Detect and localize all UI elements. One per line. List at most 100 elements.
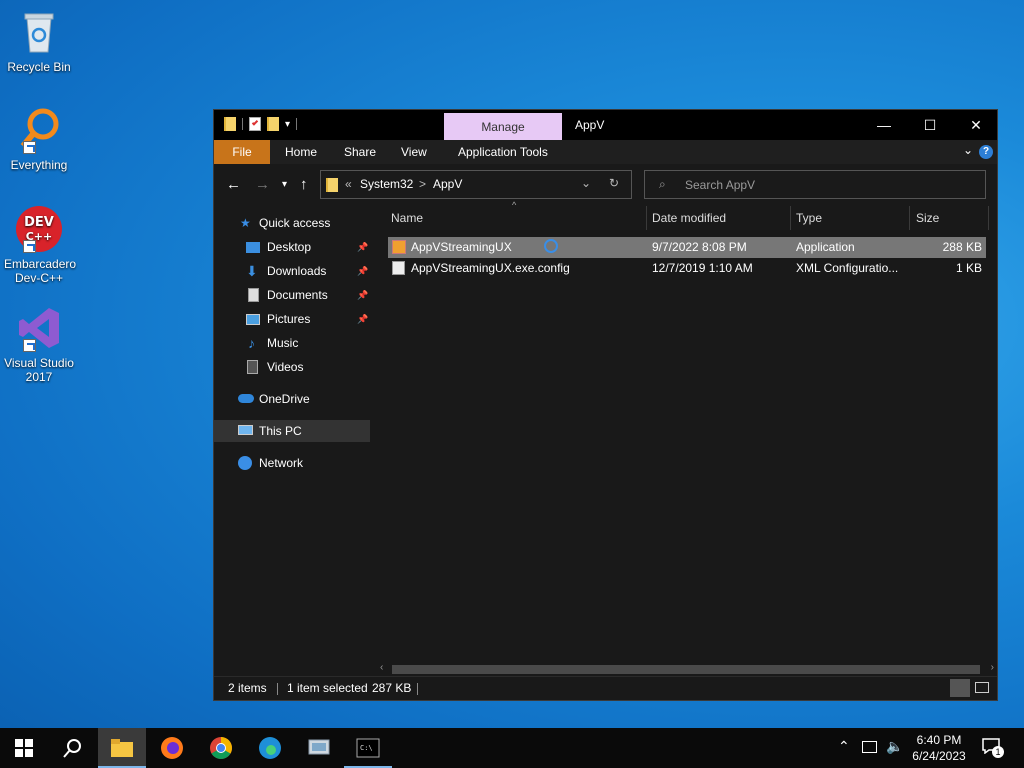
address-row: ← → ▾ ↑ « System32 > AppV ⌄ ↻ ⌕ Search A… <box>214 164 997 208</box>
large-icons-view-button[interactable] <box>975 682 989 693</box>
divider <box>988 206 989 230</box>
desktop-icon-visual-studio[interactable]: Visual Studio 2017 <box>4 304 74 384</box>
help-icon[interactable]: ? <box>979 145 993 159</box>
address-bar[interactable]: « System32 > AppV ⌄ ↻ <box>320 170 632 199</box>
search-icon: ⌕ <box>659 177 666 191</box>
status-bar: 2 items 1 item selected 287 KB <box>214 676 997 700</box>
back-arrow-icon[interactable]: ← <box>226 175 241 195</box>
scroll-right-icon[interactable]: › <box>991 662 994 673</box>
action-center-button[interactable]: 1 <box>982 738 1004 758</box>
search-box[interactable]: ⌕ Search AppV <box>644 170 986 199</box>
volume-muted-icon[interactable]: 🔈 <box>886 738 903 755</box>
nav-documents[interactable]: Documents 📌 <box>246 284 370 306</box>
terminal-icon: C:\ <box>356 738 380 758</box>
file-explorer-window: ▾ Manage AppV — ☐ ✕ File Home Share View… <box>213 109 998 701</box>
nav-label: Downloads <box>267 264 327 278</box>
config-file-icon <box>392 261 405 275</box>
file-explorer-icon <box>111 739 133 757</box>
pin-icon[interactable]: 📌 <box>357 308 368 330</box>
breadcrumb-overflow[interactable]: « <box>345 177 352 191</box>
divider <box>242 118 243 130</box>
customize-toolbar-icon[interactable]: ▾ <box>285 119 290 130</box>
properties-icon[interactable] <box>249 117 261 131</box>
divider <box>790 206 791 230</box>
pin-icon[interactable]: 📌 <box>357 260 368 282</box>
breadcrumb-system32[interactable]: System32 <box>360 177 413 191</box>
taskbar-file-explorer[interactable] <box>98 728 146 768</box>
column-header-type[interactable]: Type <box>796 206 822 230</box>
tab-application-tools[interactable]: Application Tools <box>448 140 558 164</box>
shortcut-arrow-icon <box>23 240 36 253</box>
desktop-folder-icon <box>246 242 260 253</box>
file-row[interactable]: AppVStreamingUX.exe.config 12/7/2019 1:1… <box>388 258 986 279</box>
taskbar-network-app[interactable] <box>295 728 343 768</box>
tab-view[interactable]: View <box>391 140 437 164</box>
tab-share[interactable]: Share <box>334 140 386 164</box>
taskbar-chrome[interactable] <box>197 728 245 768</box>
new-folder-icon[interactable] <box>267 117 279 131</box>
pin-icon[interactable]: 📌 <box>357 236 368 258</box>
nav-network[interactable]: Network <box>238 452 370 474</box>
search-button[interactable] <box>48 728 96 768</box>
taskbar-firefox[interactable] <box>148 728 196 768</box>
svg-text:C:\: C:\ <box>360 744 373 752</box>
recent-locations-chevron-icon[interactable]: ▾ <box>282 175 287 195</box>
file-name: AppVStreamingUX.exe.config <box>411 261 570 275</box>
nav-pictures[interactable]: Pictures 📌 <box>246 308 370 330</box>
nav-label: Documents <box>267 288 328 302</box>
star-icon: ★ <box>240 216 251 230</box>
maximize-button[interactable]: ☐ <box>907 110 953 140</box>
minimize-button[interactable]: — <box>861 110 907 140</box>
nav-onedrive[interactable]: OneDrive <box>238 388 370 410</box>
nav-videos[interactable]: Videos <box>246 356 370 378</box>
nav-music[interactable]: ♪ Music <box>246 332 370 354</box>
scrollbar-thumb[interactable] <box>392 665 980 674</box>
nav-label: Music <box>267 336 299 350</box>
title-bar: ▾ Manage AppV — ☐ ✕ <box>214 110 997 140</box>
close-button[interactable]: ✕ <box>953 110 999 140</box>
document-icon <box>248 288 259 302</box>
windows-logo-icon <box>15 739 33 757</box>
tab-home[interactable]: Home <box>275 140 327 164</box>
refresh-icon[interactable]: ↻ <box>609 176 619 190</box>
clock[interactable]: 6:40 PM 6/24/2023 <box>906 732 972 764</box>
column-header-size[interactable]: Size <box>916 206 939 230</box>
nav-this-pc[interactable]: This PC <box>214 420 370 442</box>
start-button[interactable] <box>0 728 48 768</box>
folder-icon <box>326 178 338 192</box>
forward-arrow-icon[interactable]: → <box>255 175 270 195</box>
divider <box>909 206 910 230</box>
taskbar-edge[interactable] <box>246 728 294 768</box>
desktop-icon-everything[interactable]: Everything <box>4 106 74 172</box>
firefox-icon <box>161 737 183 759</box>
column-header-date[interactable]: Date modified <box>652 206 726 230</box>
file-list: ^ Name Date modified Type Size AppVStrea… <box>374 200 998 678</box>
nav-desktop[interactable]: Desktop 📌 <box>246 236 370 258</box>
visual-studio-icon <box>15 304 63 352</box>
nav-quick-access[interactable]: ★ Quick access <box>240 212 370 234</box>
breadcrumb-appv[interactable]: AppV <box>433 177 462 191</box>
tab-file[interactable]: File <box>214 140 270 164</box>
desktop-icon-label: Visual Studio 2017 <box>4 356 74 384</box>
expand-ribbon-icon[interactable]: ⌄ <box>963 143 973 157</box>
pin-icon[interactable]: 📌 <box>357 284 368 306</box>
taskbar-terminal[interactable]: C:\ <box>344 728 392 768</box>
nav-downloads[interactable]: ⬇ Downloads 📌 <box>246 260 370 282</box>
up-arrow-icon[interactable]: ↑ <box>300 175 308 195</box>
desktop-icon-recycle-bin[interactable]: Recycle Bin <box>4 8 74 74</box>
details-view-button[interactable] <box>950 679 970 697</box>
show-hidden-icons-button[interactable]: ⌃ <box>838 738 850 755</box>
nav-label: Network <box>259 456 304 470</box>
status-size: 287 KB <box>372 681 412 695</box>
scroll-left-icon[interactable]: ‹ <box>380 662 383 673</box>
clock-time: 6:40 PM <box>916 733 962 747</box>
network-status-icon[interactable] <box>862 741 877 753</box>
address-dropdown-icon[interactable]: ⌄ <box>581 176 591 190</box>
file-size: 1 KB <box>955 261 982 275</box>
column-header-name[interactable]: Name <box>391 206 423 230</box>
file-date: 9/7/2022 8:08 PM <box>652 240 747 254</box>
file-row[interactable]: AppVStreamingUX 9/7/2022 8:08 PM Applica… <box>388 237 986 258</box>
tab-manage[interactable]: Manage <box>444 113 562 140</box>
desktop-icon-devcpp[interactable]: DEV C++ Embarcadero Dev-C++ <box>4 205 76 285</box>
everything-search-icon <box>15 106 63 154</box>
